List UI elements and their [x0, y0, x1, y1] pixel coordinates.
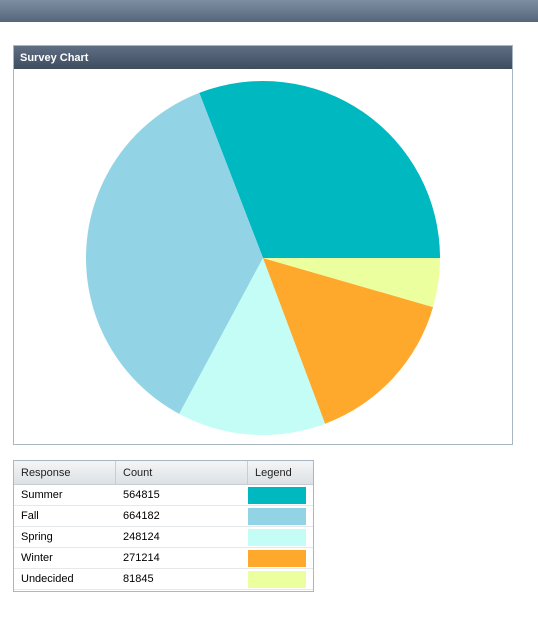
- response-cell: Spring: [21, 531, 53, 543]
- legend-cell: [248, 548, 311, 568]
- column-header-legend[interactable]: Legend: [248, 461, 311, 484]
- response-cell: Summer: [21, 489, 63, 501]
- legend-cell: [248, 569, 311, 589]
- table-row[interactable]: Fall 664182: [14, 506, 313, 527]
- grid-header: Response Count Legend: [14, 461, 313, 485]
- legend-swatch: [248, 550, 306, 567]
- legend-cell: [248, 506, 311, 526]
- column-header-response[interactable]: Response: [14, 461, 116, 484]
- table-row[interactable]: Undecided 81845: [14, 569, 313, 590]
- top-bar: [0, 0, 538, 22]
- legend-swatch: [248, 571, 306, 588]
- count-cell: 564815: [123, 489, 160, 501]
- legend-swatch: [248, 508, 306, 525]
- legend-swatch: [248, 529, 306, 546]
- table-row[interactable]: Spring 248124: [14, 527, 313, 548]
- count-cell: 271214: [123, 552, 160, 564]
- pie-chart: [86, 81, 440, 435]
- legend-grid: Response Count Legend Summer 564815 Fall…: [13, 460, 314, 592]
- column-header-count[interactable]: Count: [116, 461, 248, 484]
- response-cell: Winter: [21, 552, 53, 564]
- response-cell: Fall: [21, 510, 39, 522]
- count-cell: 664182: [123, 510, 160, 522]
- legend-cell: [248, 485, 311, 505]
- table-row[interactable]: Winter 271214: [14, 548, 313, 569]
- response-cell: Undecided: [21, 573, 74, 585]
- table-row[interactable]: Summer 564815: [14, 485, 313, 506]
- legend-swatch: [248, 487, 306, 504]
- chart-panel: Survey Chart: [13, 45, 513, 445]
- legend-cell: [248, 527, 311, 547]
- count-cell: 248124: [123, 531, 160, 543]
- count-cell: 81845: [123, 573, 154, 585]
